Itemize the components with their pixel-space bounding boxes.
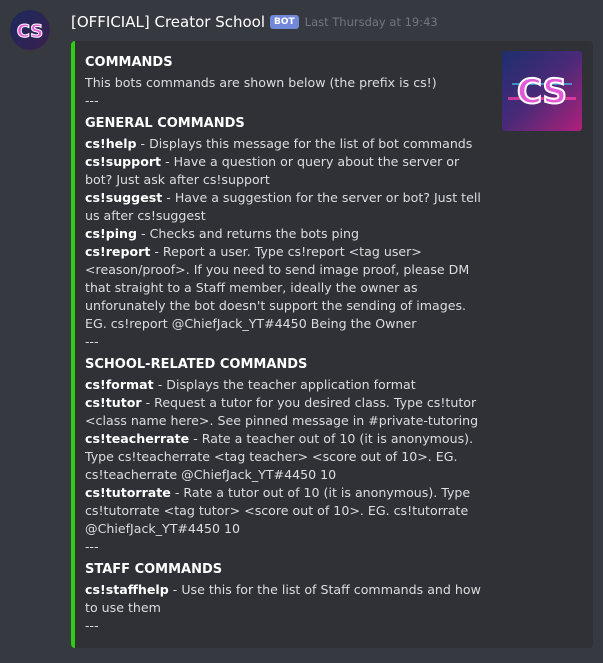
command-item: cs!teacherrate - Rate a teacher out of 1…	[85, 430, 485, 484]
command-item: cs!tutor - Request a tutor for you desir…	[85, 394, 485, 430]
message-header: [OFFICIAL] Creator School BOT Last Thurs…	[71, 11, 438, 33]
creator-school-thumbnail-icon: CS	[502, 51, 582, 131]
command-name: cs!tutor	[85, 395, 142, 410]
command-item: cs!support - Have a question or query ab…	[85, 153, 485, 189]
separator: ---	[85, 93, 99, 108]
command-name: cs!help	[85, 136, 137, 151]
message-timestamp[interactable]: Last Thursday at 19:43	[305, 15, 438, 29]
embed-description: This bots commands are shown below (the …	[85, 75, 437, 90]
command-item: cs!ping - Checks and returns the bots pi…	[85, 225, 485, 243]
command-name: cs!teacherrate	[85, 431, 190, 446]
separator: ---	[85, 539, 99, 554]
command-item: cs!tutorrate - Rate a tutor out of 10 (i…	[85, 484, 485, 538]
section-title-school: SCHOOL-RELATED COMMANDS	[85, 357, 308, 372]
section-title-staff: STAFF COMMANDS	[85, 562, 223, 577]
embed-title: COMMANDS	[85, 55, 173, 70]
command-desc: - Request a tutor for you desired class.…	[85, 395, 479, 428]
thumbnail-logo-text: CS	[517, 72, 567, 112]
author-name[interactable]: [OFFICIAL] Creator School	[71, 13, 265, 31]
avatar-logo-text: CS	[17, 21, 44, 42]
command-name: cs!report	[85, 244, 151, 259]
command-desc: - Displays this message for the list of …	[136, 136, 473, 151]
command-item: cs!suggest - Have a suggestion for the s…	[85, 189, 485, 225]
command-name: cs!staffhelp	[85, 582, 169, 597]
command-desc: - Checks and returns the bots ping	[137, 226, 359, 241]
commands-embed: CS COMMANDS This bots commands are shown…	[71, 41, 593, 648]
command-name: cs!tutorrate	[85, 485, 171, 500]
command-item: cs!report - Report a user. Type cs!repor…	[85, 243, 485, 333]
command-name: cs!support	[85, 154, 162, 169]
command-item: cs!help - Displays this message for the …	[85, 135, 485, 153]
creator-school-logo-icon: CS	[10, 10, 50, 50]
command-item: cs!staffhelp - Use this for the list of …	[85, 581, 485, 617]
command-desc: - Displays the teacher application forma…	[153, 377, 416, 392]
command-item: cs!format - Displays the teacher applica…	[85, 376, 485, 394]
embed-body: COMMANDS This bots commands are shown be…	[85, 54, 485, 635]
separator: ---	[85, 618, 99, 633]
separator: ---	[85, 334, 99, 349]
command-name: cs!format	[85, 377, 154, 392]
section-title-general: GENERAL COMMANDS	[85, 116, 245, 131]
bot-badge: BOT	[270, 15, 299, 29]
embed-thumbnail[interactable]: CS	[502, 51, 582, 131]
command-name: cs!suggest	[85, 190, 163, 205]
command-name: cs!ping	[85, 226, 138, 241]
avatar[interactable]: CS	[10, 10, 50, 50]
